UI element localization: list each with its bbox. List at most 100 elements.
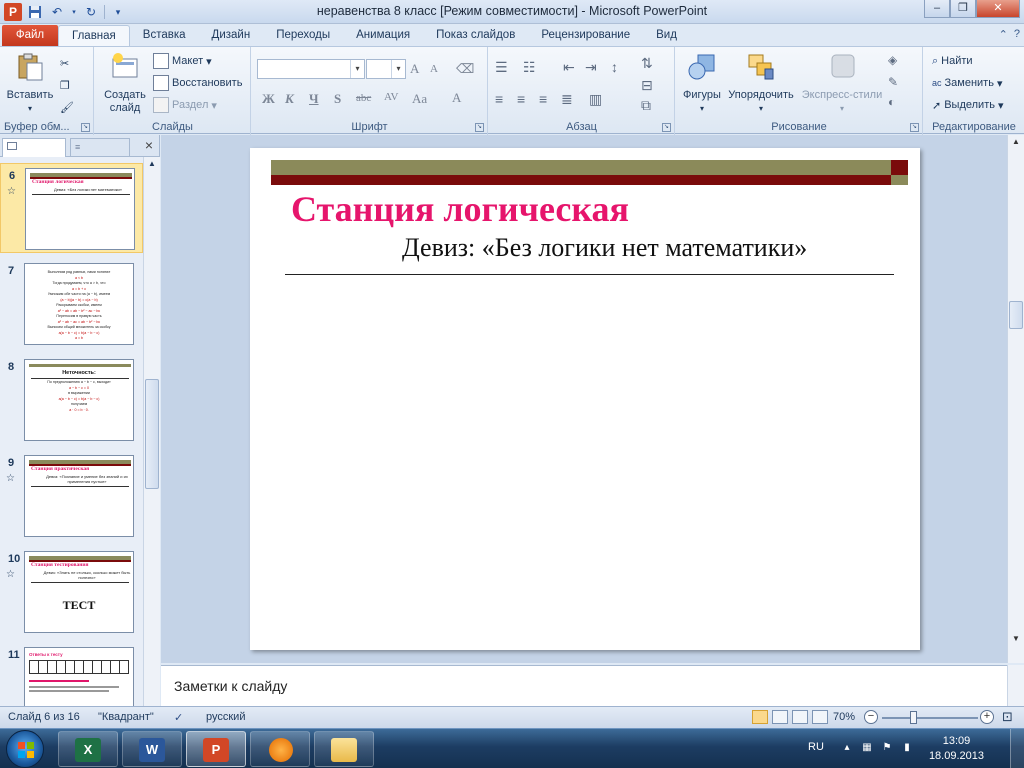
copy-icon[interactable]: ❐ [60,75,70,95]
align-text-icon[interactable]: ⊟ [641,77,653,94]
thumbnail-slide-10[interactable]: 10 ☆ Станция тестирования Девиз: «Знать … [0,547,143,637]
show-desktop-button[interactable] [1010,729,1024,768]
zoom-slider-thumb[interactable] [910,711,917,724]
tab-outline[interactable]: ≡ [70,138,130,157]
close-panel-icon[interactable]: × [145,137,153,153]
scroll-down-icon[interactable]: ▼ [1012,634,1020,643]
font-color-button[interactable]: A [452,90,461,106]
clipboard-launcher-icon[interactable]: ↘ [81,123,90,132]
scrollbar-thumb[interactable] [145,379,159,489]
shape-outline-icon[interactable]: ✎ [888,75,898,89]
taskbar-powerpoint[interactable]: P [186,731,246,767]
thumbnail-slide-9[interactable]: 9 ☆ Станция практическая Девиз: «Познани… [0,451,143,541]
slide-title[interactable]: Станция логическая [291,188,629,230]
minimize-button[interactable]: – [924,0,950,18]
bold-button[interactable]: Ж [262,91,275,107]
new-slide-button[interactable]: Создать слайд [99,51,151,115]
shape-effects-icon[interactable]: ◐ [888,95,895,109]
thumbnail-slide-8[interactable]: 8 Неточность: По предположению a − b − c… [0,355,143,445]
increase-indent-icon[interactable]: ⇥ [585,59,597,76]
quick-styles-button[interactable]: Экспресс-стили ▾ [800,51,884,115]
taskbar-word[interactable]: W [122,731,182,767]
select-button[interactable]: ➚ Выделить ▾ [932,95,1004,115]
clock[interactable]: 13:09 18.09.2013 [929,734,984,764]
find-button[interactable]: ⌕ Найти [932,51,973,71]
font-launcher-icon[interactable]: ↘ [475,123,484,132]
network-icon[interactable]: ▦ [860,742,874,756]
battery-icon[interactable]: ▮ [900,742,914,756]
zoom-level[interactable]: 70% [833,711,855,723]
thumbnail-scrollbar[interactable]: ▲ [143,157,160,706]
start-button[interactable] [6,730,44,768]
scroll-up-icon[interactable]: ▲ [1012,137,1020,146]
shrink-font-button[interactable]: A [430,63,438,75]
zoom-slider-track[interactable] [882,717,978,719]
drawing-launcher-icon[interactable]: ↘ [910,123,919,132]
layout-button[interactable]: Макет ▾ [153,51,212,71]
grow-font-button[interactable]: A [410,61,419,77]
shapes-button[interactable]: Фигуры ▾ [680,51,724,115]
columns-icon[interactable]: ▥ [589,91,602,108]
reading-view-button[interactable] [792,710,808,724]
cut-icon[interactable]: ✂ [60,53,69,73]
slide-scrollbar[interactable]: ▲ ▼ [1007,135,1024,663]
char-spacing-button[interactable]: AV [384,91,398,103]
smartart-icon[interactable]: ⧉ [641,97,651,114]
underline-button[interactable]: Ч [309,91,319,107]
taskbar-excel[interactable]: X [58,731,118,767]
help-icon[interactable]: ? [1014,28,1020,41]
tab-animation[interactable]: Анимация [343,25,423,46]
arrange-button[interactable]: Упорядочить ▾ [724,51,798,115]
shape-fill-icon[interactable]: ◈ [888,53,897,67]
font-name-combo[interactable]: ▾ [257,59,365,79]
clear-format-icon[interactable]: ⌫ [456,61,474,77]
numbering-icon[interactable]: ☷ [523,59,536,76]
close-button[interactable]: ✕ [976,0,1020,18]
shadow-button[interactable]: S [334,91,341,107]
tab-transitions[interactable]: Переходы [263,25,343,46]
fit-to-window-icon[interactable]: ⊡ [1002,709,1013,725]
align-left-icon[interactable]: ≡ [495,91,503,107]
tab-view[interactable]: Вид [643,25,690,46]
bullets-icon[interactable]: ☰ [495,59,508,76]
theme-name[interactable]: "Квадрант" [98,711,154,723]
format-painter-icon[interactable]: 🖌 [60,97,74,117]
replace-button[interactable]: ac Заменить ▾ [932,73,1002,93]
tab-slides-thumbnails[interactable] [2,138,66,157]
text-direction-icon[interactable]: ⇅ [641,55,653,72]
thumbnail-slide-7[interactable]: 7 Выполним ряд равных, нами понятие a < … [0,259,143,349]
show-hidden-icons-icon[interactable]: ▴ [840,742,854,756]
notes-scrollbar[interactable] [1007,665,1024,706]
tab-review[interactable]: Рецензирование [528,25,643,46]
zoom-in-button[interactable]: + [980,710,994,724]
paragraph-launcher-icon[interactable]: ↘ [662,123,671,132]
paste-button[interactable]: Вставить ▾ [4,51,56,115]
spellcheck-icon[interactable]: ✓ [174,711,183,724]
tab-insert[interactable]: Вставка [130,25,199,46]
tab-home[interactable]: Главная [58,25,130,46]
tab-design[interactable]: Дизайн [199,25,264,46]
align-center-icon[interactable]: ≡ [517,91,525,107]
taskbar-explorer[interactable] [314,731,374,767]
align-right-icon[interactable]: ≡ [539,91,547,107]
slide-subtitle[interactable]: Девиз: «Без логики нет математики» [402,233,807,263]
taskbar-media-player[interactable] [250,731,310,767]
scrollbar-thumb[interactable] [1009,301,1023,329]
maximize-button[interactable]: ❐ [950,0,976,18]
current-slide[interactable]: Станция логическая Девиз: «Без логики не… [250,148,920,650]
thumbnail-slide-6[interactable]: 6 ☆ Станция логическая Девиз: «Без логик… [0,163,143,253]
italic-button[interactable]: К [285,91,294,107]
language-indicator[interactable]: русский [206,711,245,723]
change-case-button[interactable]: Aa [412,91,427,107]
thumbnail-slide-11[interactable]: 11 Ответы к тесту [0,643,143,706]
strikethrough-button[interactable]: abc [356,92,371,104]
decrease-indent-icon[interactable]: ⇤ [563,59,575,76]
font-size-combo[interactable]: ▾ [366,59,406,79]
slide-sorter-button[interactable] [772,710,788,724]
minimize-ribbon-icon[interactable]: ⌃ [999,28,1008,41]
tab-file[interactable]: Файл [2,25,58,46]
notes-pane[interactable]: Заметки к слайду [161,665,1007,706]
normal-view-button[interactable] [752,710,768,724]
line-spacing-icon[interactable]: ↕ [611,59,618,75]
action-center-icon[interactable]: ⚑ [880,742,894,756]
